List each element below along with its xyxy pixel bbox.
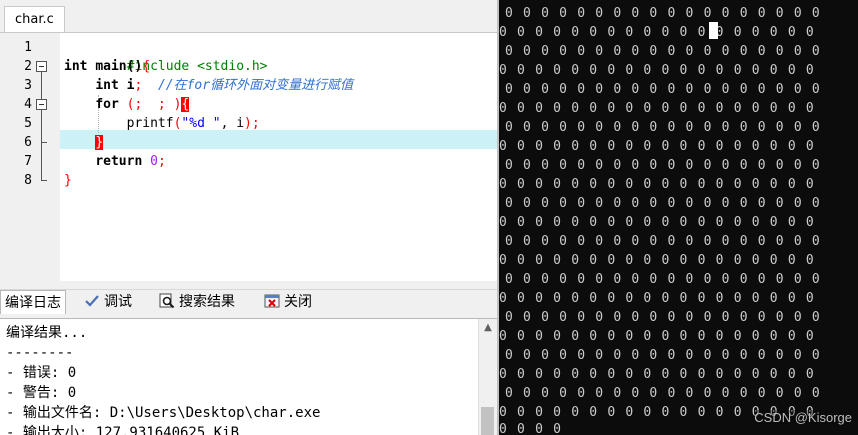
console-row: 0 0 0 0 0 0 0 0 0 0 0 0 0 0 0 0 0 0 xyxy=(505,348,821,363)
tab-close[interactable]: 关闭 xyxy=(260,290,316,314)
fold-collapse-icon[interactable] xyxy=(36,99,47,110)
console-row: 0 0 0 0 0 0 0 0 0 0 0 0 0 0 0 0 0 0 xyxy=(505,386,821,401)
keyword-int: int xyxy=(64,59,96,74)
line-number: 7 xyxy=(24,154,32,169)
console-row: 0 0 0 0 0 0 0 0 0 0 0 0 0 0 0 0 0 0 xyxy=(499,177,815,192)
console-row: 0 0 0 0 0 0 0 0 0 0 0 0 0 0 0 0 0 0 xyxy=(499,25,815,40)
text-cursor xyxy=(709,22,718,39)
ide-pane: char.c 1 2 3 4 5 6 7 8 #include <stdio.h… xyxy=(0,0,497,435)
tab-label: 搜索结果 xyxy=(179,294,235,310)
open-brace: { xyxy=(142,59,151,74)
fold-guide-line xyxy=(41,110,42,142)
code-line-2: int main(){ xyxy=(64,57,150,76)
checkmark-icon xyxy=(85,295,99,307)
line-number: 2 xyxy=(24,59,32,74)
number-literal: 0 xyxy=(150,154,158,169)
console-row: 0 0 0 0 0 0 0 0 0 0 0 0 0 0 0 0 0 0 xyxy=(505,44,821,59)
spacing xyxy=(142,78,158,93)
console-row: 0 0 0 0 0 0 0 0 0 0 0 0 0 0 0 0 0 0 xyxy=(499,63,815,78)
function-main: main() xyxy=(95,59,143,74)
log-line: -------- xyxy=(6,345,74,361)
log-line: - 输出文件名: D:\Users\Desktop\char.exe xyxy=(6,405,321,421)
tab-label: 编译日志 xyxy=(5,295,61,311)
watermark: CSDN @Kisorge xyxy=(754,410,852,425)
keyword-return: return xyxy=(95,154,151,169)
code-line-5: printf("%d ", i); xyxy=(64,114,260,133)
close-brace: } xyxy=(64,173,72,188)
line-number-gutter: 1 2 3 4 5 6 7 8 xyxy=(0,33,60,281)
console-window[interactable]: 0 0 0 0 0 0 0 0 0 0 0 0 0 0 0 0 0 0 0 0 … xyxy=(499,0,858,435)
console-row: 0 0 0 0 0 0 0 0 0 0 0 0 0 0 0 0 0 0 xyxy=(505,120,821,135)
bottom-panel-tabs: 编译日志 调试 搜索结果 关闭 xyxy=(0,289,497,314)
code-line-7: return 0; xyxy=(64,152,166,171)
scrollbar-thumb[interactable] xyxy=(481,407,494,435)
matched-brace: } xyxy=(95,135,104,150)
semicolon: ; xyxy=(134,97,151,112)
keyword-int: int xyxy=(95,78,127,93)
log-line: - 输出大小: 127.931640625 KiB xyxy=(6,425,240,435)
string-literal: "%d " xyxy=(181,116,221,131)
line-number: 8 xyxy=(24,173,32,188)
fold-end-tick xyxy=(41,180,47,181)
line-number: 3 xyxy=(24,78,32,93)
function-printf: printf xyxy=(126,116,174,131)
line-number: 1 xyxy=(24,40,32,55)
tab-label: 关闭 xyxy=(284,294,312,310)
tab-debug[interactable]: 调试 xyxy=(80,290,136,314)
code-line-8: } xyxy=(64,171,72,190)
argument: , i xyxy=(220,116,245,131)
console-row: 0 0 0 0 0 0 0 0 0 0 0 0 0 0 0 0 0 0 xyxy=(499,139,815,154)
console-row: 0 0 0 0 0 0 0 0 0 0 0 0 0 0 0 0 0 0 xyxy=(505,196,821,211)
tab-compile-log[interactable]: 编译日志 xyxy=(0,290,66,314)
fold-guide-line xyxy=(41,72,42,100)
console-row: 0 0 0 0 0 0 0 0 0 0 0 0 0 0 0 0 0 0 xyxy=(499,329,815,344)
fold-collapse-icon[interactable] xyxy=(36,61,47,72)
tab-search-results[interactable]: 搜索结果 xyxy=(155,290,239,314)
close-window-icon xyxy=(264,294,280,308)
log-scrollbar[interactable]: ▲ xyxy=(478,319,497,435)
code-line-4: for (; ; ){ xyxy=(64,95,190,114)
code-line-6: } xyxy=(64,133,104,152)
fold-guide-line xyxy=(41,142,42,180)
semicolon: ; xyxy=(157,154,166,169)
matched-brace: { xyxy=(181,97,190,112)
console-row-last: 0 0 0 0 xyxy=(499,422,563,435)
console-row: 0 0 0 0 0 0 0 0 0 0 0 0 0 0 0 0 0 0 xyxy=(499,101,815,116)
semicolon: ; xyxy=(150,97,174,112)
file-tab[interactable]: char.c xyxy=(4,6,65,32)
console-row: 0 0 0 0 0 0 0 0 0 0 0 0 0 0 0 0 0 0 xyxy=(505,234,821,249)
line-number: 5 xyxy=(24,116,32,131)
console-row: 0 0 0 0 0 0 0 0 0 0 0 0 0 0 0 0 0 0 xyxy=(505,310,821,325)
code-editor[interactable]: 1 2 3 4 5 6 7 8 #include <stdio.h> int m… xyxy=(0,33,497,281)
console-row: 0 0 0 0 0 0 0 0 0 0 0 0 0 0 0 0 0 0 xyxy=(499,215,815,230)
log-line: - 错误: 0 xyxy=(6,365,77,381)
close-paren: ) xyxy=(244,116,252,131)
log-line: 编译结果... xyxy=(6,325,88,341)
scroll-up-arrow-icon[interactable]: ▲ xyxy=(479,319,497,337)
line-number: 6 xyxy=(24,135,32,150)
code-area[interactable]: #include <stdio.h> int main(){ int i; //… xyxy=(60,33,497,281)
semicolon: ; xyxy=(251,116,260,131)
editor-tab-bar: char.c xyxy=(0,0,497,33)
magnifier-icon xyxy=(159,293,175,309)
line-number: 4 xyxy=(24,97,32,112)
console-row: 0 0 0 0 0 0 0 0 0 0 0 0 0 0 0 0 0 0 xyxy=(499,253,815,268)
console-row: 0 0 0 0 0 0 0 0 0 0 0 0 0 0 0 0 0 0 xyxy=(505,272,821,287)
log-line: - 警告: 0 xyxy=(6,385,77,401)
console-row: 0 0 0 0 0 0 0 0 0 0 0 0 0 0 0 0 0 0 xyxy=(505,158,821,173)
keyword-for: for xyxy=(95,97,127,112)
console-row: 0 0 0 0 0 0 0 0 0 0 0 0 0 0 0 0 0 0 xyxy=(505,82,821,97)
code-line-3: int i; //在for循环外面对变量进行赋值 xyxy=(64,76,353,95)
compile-log-output[interactable]: 编译结果... -------- - 错误: 0 - 警告: 0 - 输出文件名… xyxy=(0,318,497,435)
console-row: 0 0 0 0 0 0 0 0 0 0 0 0 0 0 0 0 0 0 xyxy=(505,6,821,21)
tab-label: 调试 xyxy=(104,294,132,310)
code-comment: //在for循环外面对变量进行赋值 xyxy=(157,78,354,93)
console-row: 0 0 0 0 0 0 0 0 0 0 0 0 0 0 0 0 0 0 xyxy=(499,367,815,382)
console-row: 0 0 0 0 0 0 0 0 0 0 0 0 0 0 0 0 0 0 xyxy=(499,291,815,306)
